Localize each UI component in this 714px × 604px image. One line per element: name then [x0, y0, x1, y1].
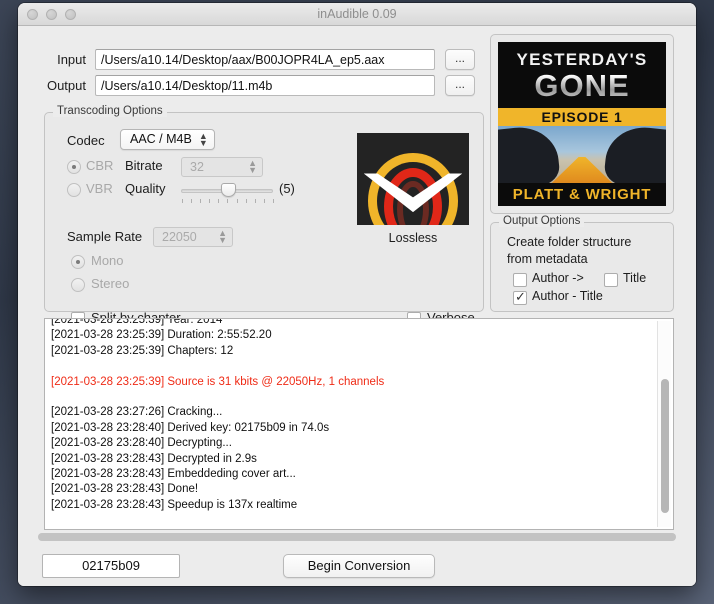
sample-rate-stepper[interactable]: 22050 ▲ ▼	[153, 227, 233, 247]
folder-structure-line2: from metadata	[507, 252, 588, 266]
folder-structure-line1: Create folder structure	[507, 235, 632, 249]
log-lines: [2021-03-28 23:25:39] Year: 2014 [2021-03…	[51, 318, 651, 513]
log-line: [2021-03-28 23:28:43] Speedup is 137x re…	[51, 498, 298, 511]
log-line: [2021-03-28 23:28:40] Derived key: 02175…	[51, 421, 330, 434]
output-browse-button[interactable]: ...	[445, 75, 475, 96]
input-browse-button[interactable]: ...	[445, 49, 475, 70]
log-line: [2021-03-28 23:25:39] Source is 31 kbits…	[51, 375, 385, 388]
chevron-updown-icon: ▲ ▼	[198, 131, 208, 148]
mono-radio[interactable]	[71, 255, 85, 269]
mono-label: Mono	[91, 253, 124, 268]
transcoding-options-title: Transcoding Options	[53, 105, 167, 117]
chevron-updown-icon: ▲ ▼	[218, 228, 227, 245]
log-line: [2021-03-28 23:25:39] Year: 2014	[51, 318, 223, 326]
cover-art-panel: YESTERDAY'S GONE EPISODE 1 PLATT & WRIGH…	[490, 34, 674, 214]
cover-title-line2: GONE	[498, 68, 666, 104]
input-path-field[interactable]: /Users/a10.14/Desktop/aax/B00JOPR4LA_ep5…	[95, 49, 435, 70]
quality-label: Quality	[125, 181, 166, 196]
progress-bar-thumb	[38, 533, 676, 541]
codec-label: Codec	[67, 133, 105, 148]
log-line: [2021-03-28 23:28:43] Embeddeding cover …	[51, 468, 296, 481]
cbr-radio[interactable]	[67, 160, 81, 174]
log-line: [2021-03-28 23:28:43] Decrypted in 2.9s	[51, 452, 257, 465]
progress-bar[interactable]	[38, 533, 676, 541]
cbr-label: CBR	[86, 158, 114, 173]
sample-rate-label: Sample Rate	[67, 229, 143, 244]
codec-select[interactable]: AAC / M4B ▲ ▼	[120, 129, 215, 150]
app-window: inAudible 0.09 Input /Users/a10.14/Deskt…	[18, 3, 696, 586]
lossless-quality-icon	[357, 133, 469, 225]
bitrate-label: Bitrate	[125, 158, 163, 173]
log-output-box[interactable]: [2021-03-28 23:25:39] Year: 2014 [2021-03…	[44, 318, 674, 530]
log-scrollbar-thumb[interactable]	[661, 379, 669, 513]
vbr-label: VBR	[86, 181, 113, 196]
quality-slider-ticks	[182, 199, 274, 203]
output-path-field[interactable]: /Users/a10.14/Desktop/11.m4b	[95, 75, 435, 96]
author-arrow-label: Author ->	[532, 271, 584, 285]
input-row: Input /Users/a10.14/Desktop/aax/B00JOPR4…	[30, 49, 485, 70]
quality-slider[interactable]	[181, 181, 274, 203]
author-title-label: Author - Title	[532, 289, 603, 303]
activation-code-field[interactable]: 02175b09	[42, 554, 180, 578]
output-label: Output	[46, 78, 86, 93]
output-options-group: Output Options Create folder structure f…	[490, 215, 674, 312]
codec-value: AAC / M4B	[130, 132, 192, 146]
quality-value: (5)	[279, 181, 295, 196]
cover-authors-band: PLATT & WRIGHT	[498, 183, 666, 206]
transcoding-options-group: Transcoding Options Codec AAC / M4B ▲ ▼ C…	[44, 105, 484, 326]
cover-road	[551, 156, 613, 184]
cover-photo	[498, 125, 666, 184]
quality-preset-label: Lossless	[388, 231, 438, 245]
log-line: [2021-03-28 23:28:40] Decrypting...	[51, 437, 232, 450]
cover-title-line1: YESTERDAY'S	[516, 50, 648, 70]
chevron-updown-icon: ▲ ▼	[248, 158, 257, 175]
window-title: inAudible 0.09	[317, 7, 397, 21]
vbr-radio[interactable]	[67, 183, 81, 197]
log-line: [2021-03-28 23:25:39] Chapters: 12	[51, 344, 234, 357]
input-label: Input	[57, 52, 86, 67]
output-options-title: Output Options	[499, 215, 585, 227]
log-line: [2021-03-28 23:28:43] Done!	[51, 483, 199, 496]
cover-art-image: YESTERDAY'S GONE EPISODE 1 PLATT & WRIGH…	[498, 42, 666, 206]
title-checkbox[interactable]	[604, 273, 618, 287]
bitrate-stepper[interactable]: 32 ▲ ▼	[181, 157, 263, 177]
title-label: Title	[623, 271, 647, 285]
begin-conversion-button[interactable]: Begin Conversion	[283, 554, 435, 578]
author-arrow-checkbox[interactable]	[513, 273, 527, 287]
cover-boot-right	[602, 125, 666, 184]
author-title-checkbox[interactable]	[513, 289, 527, 305]
stereo-label: Stereo	[91, 276, 130, 291]
quality-slider-knob[interactable]	[220, 183, 236, 197]
stereo-radio[interactable]	[71, 278, 85, 292]
bitrate-value: 32	[190, 160, 204, 174]
cover-episode-band: EPISODE 1	[498, 107, 666, 126]
window-body: Input /Users/a10.14/Desktop/aax/B00JOPR4…	[18, 26, 696, 586]
output-row: Output /Users/a10.14/Desktop/11.m4b ...	[30, 75, 485, 96]
log-line: [2021-03-28 23:27:26] Cracking...	[51, 406, 223, 419]
title-bar: inAudible 0.09	[18, 3, 696, 26]
log-vertical-scrollbar[interactable]	[657, 321, 671, 527]
sample-rate-value: 22050	[162, 230, 197, 244]
cover-boot-left	[498, 125, 562, 184]
log-line: [2021-03-28 23:25:39] Duration: 2:55:52.…	[51, 329, 272, 342]
